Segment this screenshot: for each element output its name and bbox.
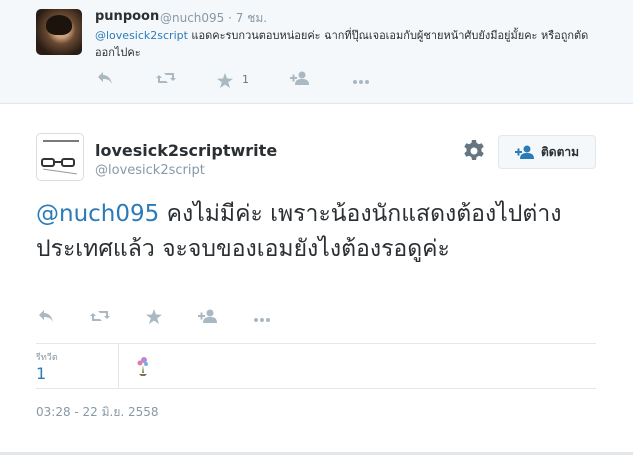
more-icon[interactable] [252, 309, 272, 327]
main-avatar[interactable] [36, 133, 84, 181]
follow-button-label: ติดตาม [540, 144, 580, 159]
main-author-handle[interactable]: @lovesick2script [95, 163, 205, 178]
reply-actions: 1 [95, 70, 412, 90]
reply-mention-link[interactable]: @lovesick2script [95, 29, 188, 42]
retweeter-avatar[interactable] [135, 355, 151, 377]
main-tweet-text: @nuch095 คงไม่มีค่ะ เพราะน้องนักแสดงต้อง… [36, 197, 596, 267]
favorite-action[interactable]: 1 [217, 71, 249, 89]
gear-icon[interactable] [462, 139, 486, 163]
reply-time[interactable]: · 7 ชม. [228, 11, 267, 25]
tweet-timestamp[interactable]: 03:28 - 22 มิ.ย. 2558 [36, 403, 159, 422]
main-mention-link[interactable]: @nuch095 [36, 201, 159, 227]
favorite-icon[interactable] [144, 309, 164, 327]
retweet-icon[interactable] [156, 71, 176, 89]
reply-author-name[interactable]: punpoon [95, 9, 159, 24]
reply-author-handle[interactable]: @nuch095 · 7 ชม. [160, 9, 267, 28]
main-actions [36, 309, 306, 327]
retweet-stat-label: รีทวีต [36, 353, 58, 363]
follow-icon[interactable] [198, 309, 218, 327]
stats-divider [118, 344, 119, 388]
follow-button[interactable]: ติดตาม [498, 135, 596, 169]
follow-user-icon [514, 145, 535, 159]
follow-icon[interactable] [290, 71, 310, 89]
retweet-stat-value[interactable]: 1 [36, 364, 46, 383]
more-icon[interactable] [351, 71, 371, 89]
reply-avatar[interactable] [36, 9, 82, 55]
favorite-count: 1 [242, 73, 249, 86]
reply-text: @lovesick2script แอดคะรบกวนตอบหน่อยค่ะ ฉ… [95, 27, 605, 61]
main-author-name[interactable]: lovesick2scriptwrite [95, 141, 277, 160]
reply-icon[interactable] [95, 71, 115, 89]
favorite-icon[interactable] [217, 72, 233, 88]
reply-tweet[interactable]: punpoon @nuch095 · 7 ชม. @lovesick2scrip… [0, 0, 633, 104]
reply-icon[interactable] [36, 309, 56, 327]
tweet-stats: รีทวีต 1 [36, 343, 596, 389]
retweet-icon[interactable] [90, 309, 110, 327]
